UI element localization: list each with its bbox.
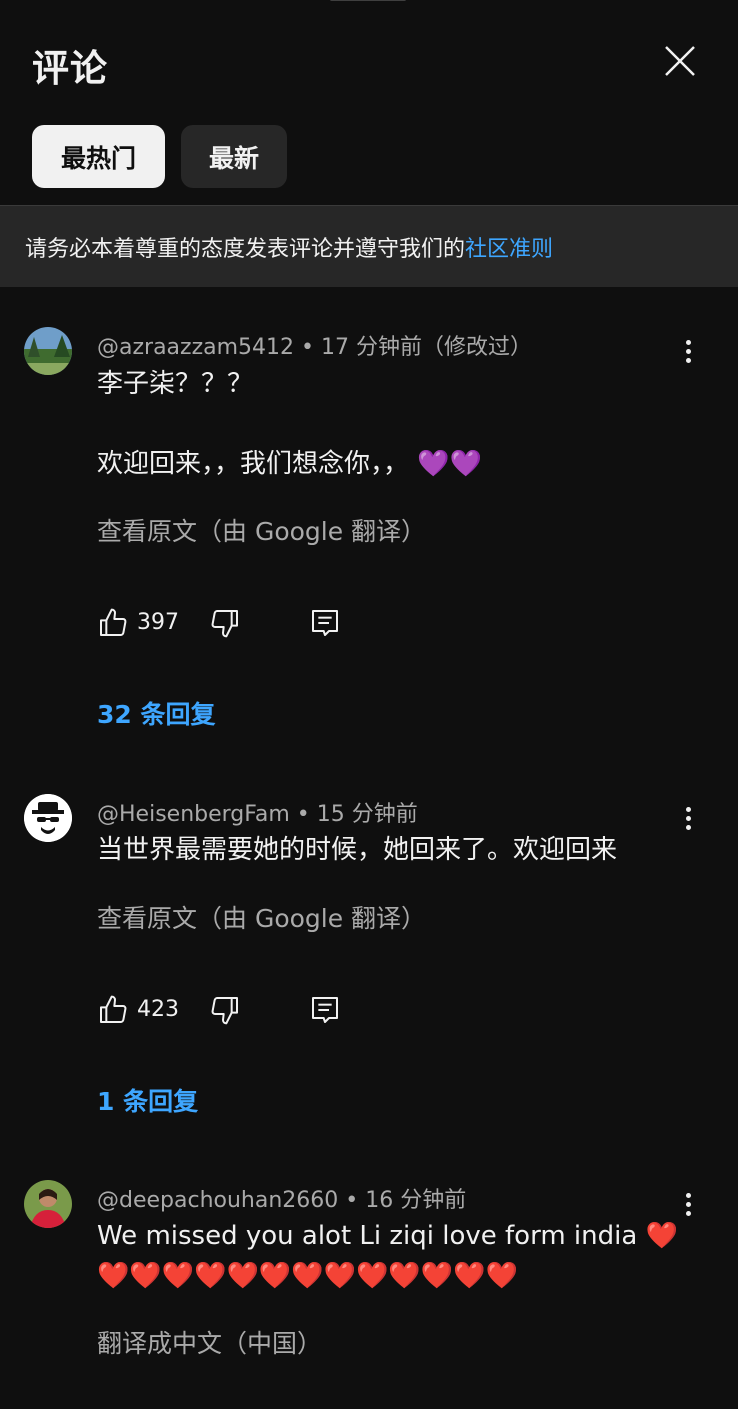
comment-time: 16 分钟前 — [365, 1188, 467, 1213]
meta-separator: • — [289, 802, 317, 827]
view-original-link[interactable]: 查看原文（由 Google 翻译） — [97, 512, 426, 548]
comment-meta: @HeisenbergFam • 15 分钟前 — [97, 796, 418, 828]
dot — [685, 357, 691, 363]
dot — [685, 806, 691, 812]
view-original-link[interactable]: 查看原文（由 Google 翻译） — [97, 899, 426, 935]
like-count: 423 — [137, 997, 179, 1022]
red-heart-emoji: ❤️ — [645, 1221, 678, 1251]
dot — [685, 348, 691, 354]
community-guidelines-link[interactable]: 社区准则 — [465, 231, 553, 263]
comment-text-line: 当世界最需要她的时候，她回来了。欢迎回来 — [97, 835, 618, 865]
view-replies-button[interactable]: 32 条回复 — [97, 695, 216, 731]
comments-panel: 评论 最热门 最新 请务必本着尊重的态度发表评论并遵守我们的 社区准则 @azra… — [0, 0, 738, 1409]
thumbs-down-icon — [211, 610, 238, 638]
comment-text: We missed you alot Li ziqi love form ind… — [97, 1221, 638, 1251]
reply-button[interactable] — [309, 607, 341, 639]
meta-separator: • — [294, 335, 322, 360]
dislike-button[interactable] — [209, 994, 241, 1026]
like-count: 397 — [137, 610, 179, 635]
thumbs-up-icon — [100, 995, 127, 1023]
dot — [685, 1210, 691, 1216]
dot — [685, 339, 691, 345]
thumbs-up-icon — [100, 608, 127, 636]
notice-text: 请务必本着尊重的态度发表评论并遵守我们的 — [25, 236, 466, 262]
comment-author[interactable]: @HeisenbergFam — [97, 802, 290, 827]
dot — [685, 1192, 691, 1198]
comment-text-line: 李子柒？？？ — [97, 369, 254, 399]
purple-heart-emoji: 💜💜 — [417, 449, 483, 479]
avatar[interactable] — [24, 327, 72, 375]
more-options-button[interactable] — [676, 335, 700, 367]
close-icon — [665, 46, 695, 76]
comment-time: 15 分钟前 — [316, 802, 418, 827]
like-button[interactable] — [97, 994, 129, 1026]
comment-text-line: 欢迎回来，，我们想念你，， 💜💜 — [97, 444, 482, 484]
avatar-landscape-image — [24, 327, 72, 375]
dislike-button[interactable] — [209, 607, 241, 639]
panel-header: 评论 — [0, 0, 738, 120]
community-notice: 请务必本着尊重的态度发表评论并遵守我们的 社区准则 — [0, 205, 738, 287]
close-button[interactable] — [660, 41, 700, 81]
panel-title: 评论 — [32, 47, 108, 90]
comment-author[interactable]: @azraazzam5412 — [97, 335, 294, 360]
tab-top[interactable]: 最热门 — [32, 125, 165, 188]
comment-time: 17 分钟前（修改过） — [321, 335, 533, 360]
dot — [685, 1201, 691, 1207]
avatar[interactable] — [24, 1180, 72, 1228]
tab-newest[interactable]: 最新 — [181, 125, 287, 188]
avatar-person-image — [24, 1180, 72, 1228]
comment-meta: @deepachouhan2660 • 16 分钟前 — [97, 1182, 466, 1214]
comment-actions: 423 — [97, 994, 357, 1030]
red-hearts-line: ❤️❤️❤️❤️❤️❤️❤️❤️❤️❤️❤️❤️❤️ — [97, 1261, 518, 1291]
like-button[interactable] — [97, 607, 129, 639]
more-options-button[interactable] — [676, 802, 700, 834]
dot — [685, 815, 691, 821]
avatar[interactable] — [24, 794, 72, 842]
reply-comment-icon — [312, 610, 338, 636]
translate-link[interactable]: 翻译成中文（中国） — [97, 1324, 322, 1360]
reply-comment-icon — [312, 997, 338, 1023]
meta-separator: • — [338, 1188, 366, 1213]
comment-text: 欢迎回来，，我们想念你，， — [97, 449, 410, 479]
comment-actions: 397 — [97, 607, 357, 643]
comment-author[interactable]: @deepachouhan2660 — [97, 1188, 338, 1213]
view-replies-button[interactable]: 1 条回复 — [97, 1082, 198, 1118]
dot — [685, 824, 691, 830]
reply-button[interactable] — [309, 994, 341, 1026]
more-options-button[interactable] — [676, 1188, 700, 1220]
comment-meta: @azraazzam5412 • 17 分钟前（修改过） — [97, 329, 532, 361]
thumbs-down-icon — [211, 997, 238, 1025]
avatar-heisenberg-image — [24, 794, 72, 842]
comment-text-line: We missed you alot Li ziqi love form ind… — [97, 1216, 678, 1256]
